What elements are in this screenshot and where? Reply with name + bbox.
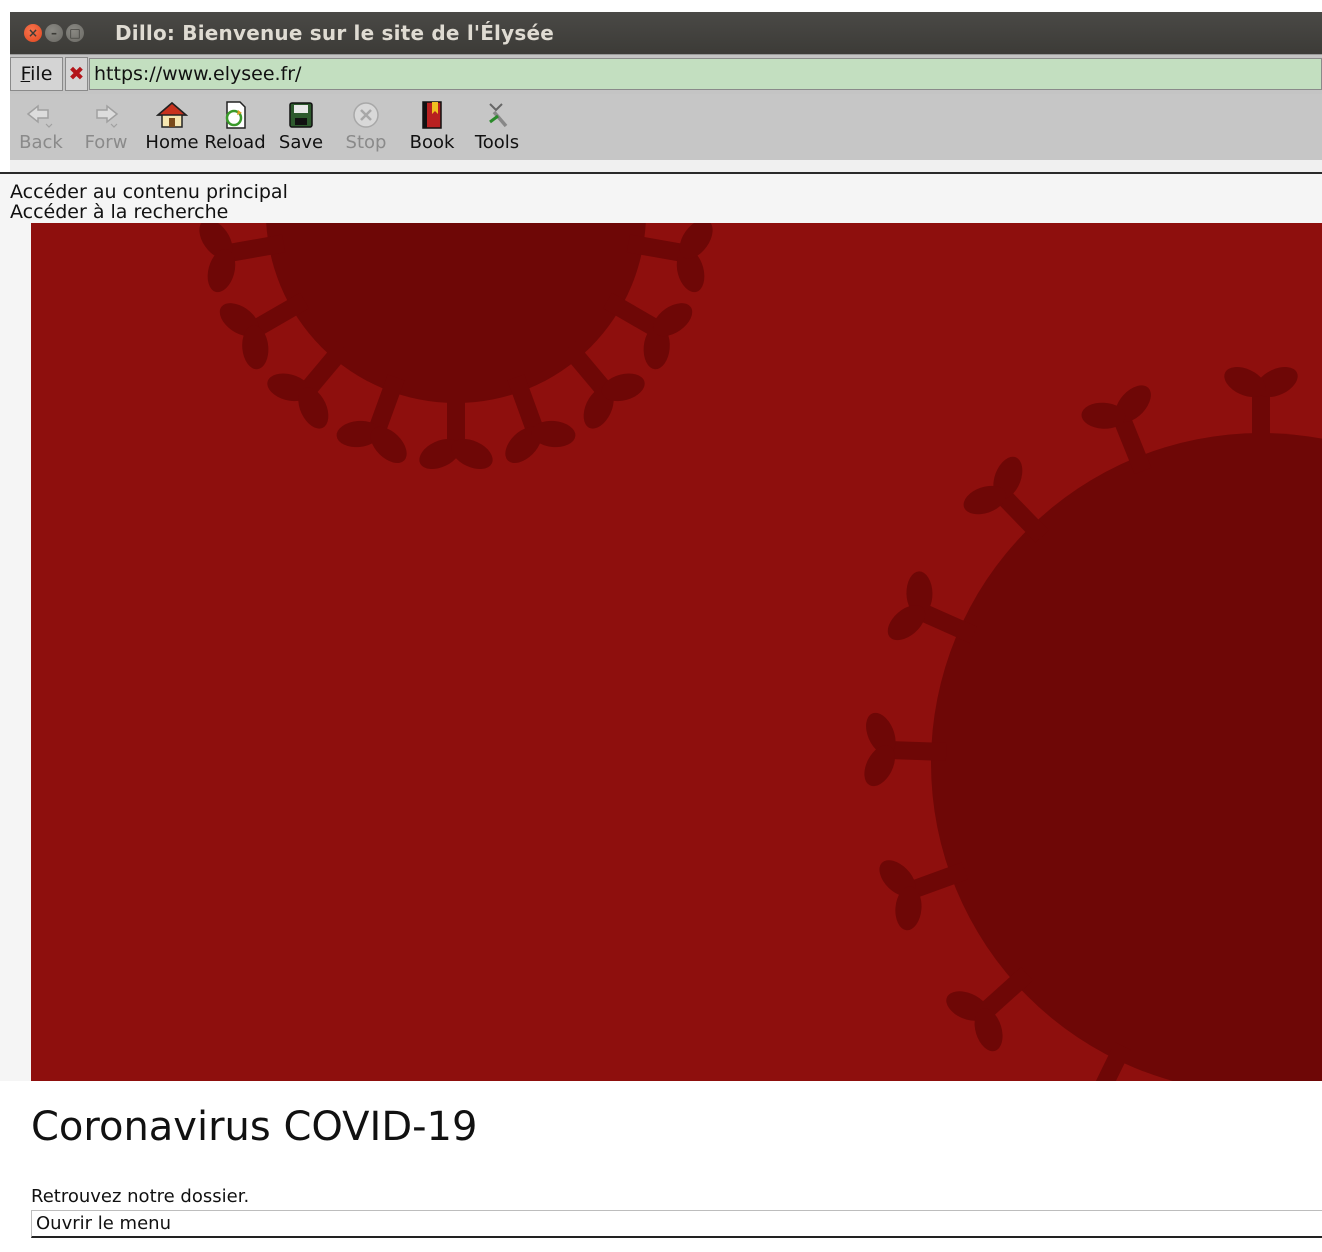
home-label: Home (145, 132, 199, 153)
file-menu-button[interactable]: File (10, 57, 63, 91)
save-label: Save (278, 132, 324, 153)
bookmark-icon (422, 101, 442, 129)
page-headline[interactable]: Coronavirus COVID-19 (31, 1104, 477, 1150)
toolbar-spacer (10, 160, 1322, 172)
minimize-icon: – (51, 26, 57, 40)
tools-label: Tools (474, 132, 520, 153)
location-bar: File ✖ https://www.elysee.fr/ (10, 54, 1322, 94)
forward-button[interactable]: Forw (82, 100, 130, 153)
back-arrow-icon (26, 104, 53, 128)
window-close-button[interactable]: × (24, 24, 42, 42)
window-minimize-button[interactable]: – (45, 24, 63, 42)
maximize-icon: □ (69, 26, 81, 40)
forward-label: Forw (84, 132, 128, 153)
forward-arrow-icon (96, 104, 119, 128)
tools-button[interactable]: Tools (470, 100, 524, 153)
home-icon (155, 102, 189, 128)
bookmarks-button[interactable]: Book (408, 100, 456, 153)
window-maximize-button[interactable]: □ (66, 24, 84, 42)
skip-to-content-link[interactable]: Accéder au contenu principal (10, 182, 288, 202)
stop-icon (353, 102, 379, 128)
tools-icon (489, 103, 508, 128)
url-input[interactable]: https://www.elysee.fr/ (89, 58, 1322, 90)
page-viewport: Accéder au contenu principal Accéder à l… (0, 174, 1322, 1252)
reload-label: Reload (204, 132, 266, 153)
close-icon: × (27, 26, 39, 40)
navigation-toolbar: Back Forw Home Reload Save Stop Book Too… (10, 94, 1322, 160)
reload-icon (225, 101, 246, 129)
window-title: Dillo: Bienvenue sur le site de l'Élysée (115, 21, 554, 45)
stop-button[interactable]: Stop (342, 100, 390, 153)
skip-to-search-link[interactable]: Accéder à la recherche (10, 202, 228, 222)
back-label: Back (19, 132, 63, 153)
clear-icon: ✖ (68, 63, 85, 85)
hero-image (31, 223, 1322, 1081)
coronavirus-illustration (190, 223, 1322, 1081)
save-icon (289, 102, 313, 128)
clear-url-button[interactable]: ✖ (65, 57, 88, 91)
home-button[interactable]: Home (144, 100, 200, 153)
book-label: Book (409, 132, 455, 153)
back-button[interactable]: Back (18, 100, 64, 153)
save-button[interactable]: Save (276, 100, 326, 153)
open-menu-button[interactable]: Ouvrir le menu (31, 1210, 1322, 1238)
reload-button[interactable]: Reload (204, 100, 266, 153)
window-titlebar: × – □ Dillo: Bienvenue sur le site de l'… (10, 12, 1322, 54)
stop-label: Stop (345, 132, 387, 153)
file-menu-label: File (20, 63, 53, 85)
dossier-link-text[interactable]: Retrouvez notre dossier. (31, 1186, 249, 1207)
